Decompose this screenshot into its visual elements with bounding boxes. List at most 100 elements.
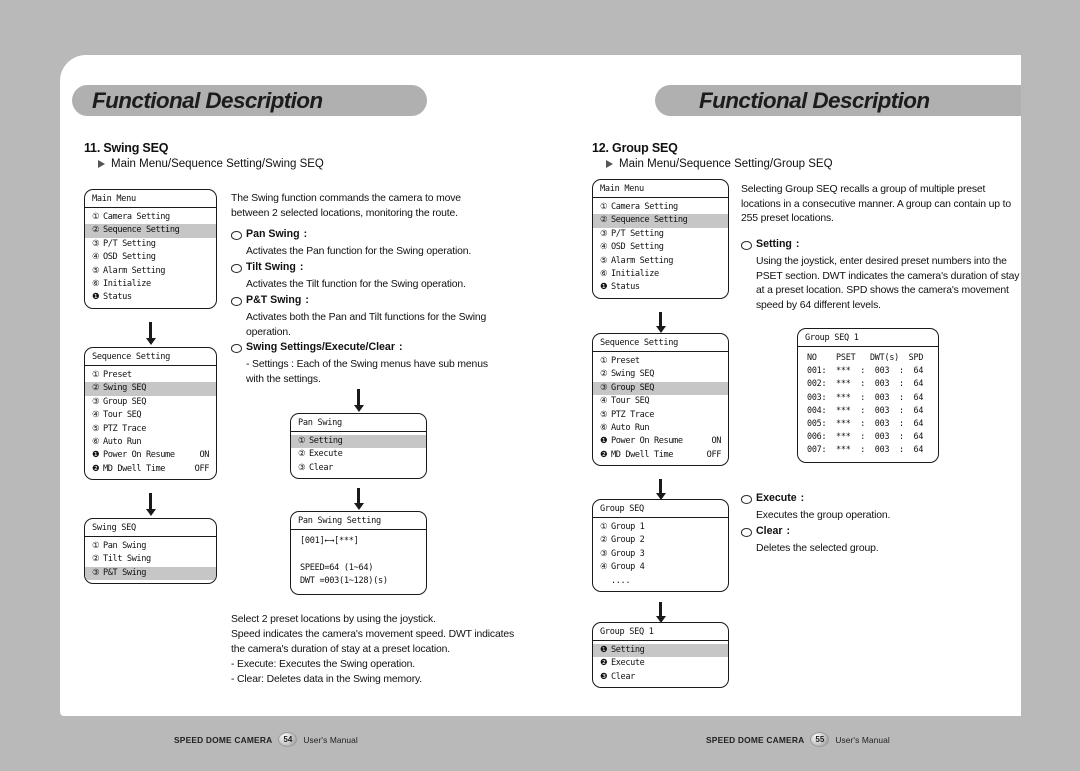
- left-section-title: 11. Swing SEQ: [84, 141, 169, 155]
- bullet-label: Execute: [756, 492, 797, 504]
- bullet-colon: :: [398, 341, 403, 353]
- lcd-sequence-setting-right[interactable]: Sequence Setting ① Preset ② Swing SEQ ③ Gro…: [592, 333, 729, 467]
- table-row[interactable]: 004: *** : 003 : 64: [798, 404, 938, 417]
- menu-row-sequence-setting[interactable]: ② Sequence Setting: [85, 224, 216, 238]
- table-row[interactable]: 007: *** : 003 : 64: [798, 443, 938, 456]
- menu-row-tilt-swing[interactable]: ② Tilt Swing: [85, 553, 216, 566]
- menu-row-md-dwell-time[interactable]: ❷ MD Dwell Time OFF: [593, 449, 728, 462]
- banner-right-title: Functional Description: [699, 87, 930, 113]
- menu-row-status[interactable]: ❶ Status: [593, 281, 728, 294]
- table-row[interactable]: 001: *** : 003 : 64: [798, 364, 938, 377]
- bullet-label: Setting: [756, 238, 792, 250]
- lcd-rows: ① Group 1 ② Group 2 ③ Group 3 ④ Group 4 ....: [593, 518, 728, 591]
- bullet-label: Tilt Swing: [246, 261, 296, 273]
- menu-row-initialize[interactable]: ⑥ Initialize: [593, 268, 728, 281]
- oval-bullet-icon: [741, 528, 752, 537]
- lcd-swing-seq[interactable]: Swing SEQ ① Pan Swing ② Tilt Swing ③ P&T Sw…: [84, 518, 217, 585]
- right-section-path: Main Menu/Sequence Setting/Group SEQ: [606, 158, 833, 170]
- triangle-bullet-icon: [606, 160, 613, 168]
- menu-row-initialize[interactable]: ⑥ Initialize: [85, 278, 216, 291]
- arrow-down-icon: [655, 312, 666, 333]
- menu-row-sequence-setting[interactable]: ② Sequence Setting: [593, 214, 728, 228]
- lcd-table-rows: NO PSET DWT(s) SPD 001: *** : 003 : 64 0…: [798, 347, 938, 462]
- menu-row-camera-setting[interactable]: ① Camera Setting: [85, 211, 216, 224]
- oval-bullet-icon: [741, 241, 752, 250]
- lcd-title: Main Menu: [593, 180, 728, 198]
- bullet-label: P&T Swing: [246, 294, 302, 306]
- footer-right: SPEED DOME CAMERA 55 User's Manual: [706, 732, 890, 747]
- bullet-label: Pan Swing: [246, 228, 300, 240]
- triangle-bullet-icon: [98, 160, 105, 168]
- menu-row-pt-setting[interactable]: ③ P/T Setting: [593, 228, 728, 241]
- menu-row-md-dwell-time[interactable]: ❷ MD Dwell Time OFF: [85, 463, 216, 476]
- arrow-down-icon: [353, 488, 364, 510]
- menu-row-auto-run[interactable]: ⑥ Auto Run: [593, 422, 728, 435]
- menu-row-clear[interactable]: ❸ Clear: [593, 671, 728, 684]
- lcd-main-menu-right[interactable]: Main Menu ① Camera Setting ② Sequence Sett…: [592, 179, 729, 299]
- table-row[interactable]: 003: *** : 003 : 64: [798, 391, 938, 404]
- menu-row-osd-setting[interactable]: ④ OSD Setting: [85, 251, 216, 264]
- menu-row-ptz-trace[interactable]: ⑤ PTZ Trace: [593, 409, 728, 422]
- lcd-title: Pan Swing Setting: [291, 512, 426, 530]
- menu-row-setting[interactable]: ① Setting: [291, 435, 426, 449]
- menu-row-pt-setting[interactable]: ③ P/T Setting: [85, 238, 216, 251]
- lcd-rows: ① Camera Setting ② Sequence Setting ③ P/T S…: [593, 198, 728, 298]
- lcd-pan-swing[interactable]: Pan Swing ① Setting ② Execute ③ Clear: [290, 413, 427, 480]
- left-closing-line-1: Select 2 preset locations by using the j…: [231, 614, 436, 625]
- menu-row-camera-setting[interactable]: ① Camera Setting: [593, 201, 728, 214]
- menu-row-group-seq[interactable]: ③ Group SEQ: [593, 381, 728, 396]
- bullet-clear-body: Deletes the selected group.: [756, 543, 879, 554]
- menu-row-swing-seq[interactable]: ② Swing SEQ: [593, 368, 728, 381]
- bullet-clear: Clear :: [741, 525, 790, 537]
- menu-row-alarm-setting[interactable]: ⑤ Alarm Setting: [85, 265, 216, 278]
- menu-row-preset[interactable]: ① Preset: [593, 355, 728, 368]
- lcd-group-seq-1-menu[interactable]: Group SEQ 1 ❶ Setting ❷ Execute ❸ Clear: [592, 622, 729, 689]
- table-row[interactable]: 002: *** : 003 : 64: [798, 377, 938, 390]
- bullet-swing-settings: Swing Settings/Execute/Clear :: [231, 341, 402, 353]
- footer-manual-label: User's Manual: [835, 734, 890, 745]
- menu-row-power-on-resume[interactable]: ❶ Power On Resume ON: [593, 435, 728, 448]
- menu-row-clear[interactable]: ③ Clear: [291, 462, 426, 475]
- lcd-sequence-setting-left[interactable]: Sequence Setting ① Preset ② Swing SEQ ③ Gro…: [84, 347, 217, 481]
- menu-row-ptz-trace[interactable]: ⑤ PTZ Trace: [85, 423, 216, 436]
- menu-row-execute[interactable]: ② Execute: [291, 448, 426, 461]
- menu-row-power-on-resume[interactable]: ❶ Power On Resume ON: [85, 449, 216, 462]
- menu-row-tour-seq[interactable]: ④ Tour SEQ: [85, 409, 216, 422]
- menu-row-alarm-setting[interactable]: ⑤ Alarm Setting: [593, 255, 728, 268]
- banner-right: Functional Description: [655, 85, 1021, 116]
- table-row[interactable]: 006: *** : 003 : 64: [798, 430, 938, 443]
- menu-row-execute[interactable]: ❷ Execute: [593, 657, 728, 670]
- menu-row-group-4[interactable]: ④ Group 4: [593, 561, 728, 574]
- footer-manual-label: User's Manual: [303, 734, 358, 745]
- menu-row-status[interactable]: ❶ Status: [85, 291, 216, 304]
- lcd-group-seq-1-table[interactable]: Group SEQ 1 NO PSET DWT(s) SPD 001: *** …: [797, 328, 939, 463]
- lcd-group-seq[interactable]: Group SEQ ① Group 1 ② Group 2 ③ Group 3 ④ Gr…: [592, 499, 729, 592]
- menu-row-setting[interactable]: ❶ Setting: [593, 644, 728, 658]
- menu-row-group-1[interactable]: ① Group 1: [593, 521, 728, 534]
- footer-left: SPEED DOME CAMERA 54 User's Manual: [174, 732, 358, 747]
- bullet-label: Swing Settings/Execute/Clear: [246, 341, 395, 353]
- left-section-path-text: Main Menu/Sequence Setting/Swing SEQ: [111, 158, 324, 170]
- menu-row-osd-setting[interactable]: ④ OSD Setting: [593, 241, 728, 254]
- menu-row-tour-seq[interactable]: ④ Tour SEQ: [593, 395, 728, 408]
- oval-bullet-icon: [741, 495, 752, 504]
- bullet-colon: :: [303, 228, 308, 240]
- menu-row-auto-run[interactable]: ⑥ Auto Run: [85, 436, 216, 449]
- menu-row-preset[interactable]: ① Preset: [85, 369, 216, 382]
- menu-row-group-seq[interactable]: ③ Group SEQ: [85, 396, 216, 409]
- lcd-line-preset-range: [001]←→[***]: [300, 536, 359, 546]
- bullet-label: Clear: [756, 525, 783, 537]
- lcd-line-speed: SPEED=64 (1~64): [300, 562, 374, 573]
- lcd-main-menu-left[interactable]: Main Menu ① Camera Setting ② Sequence Sett…: [84, 189, 217, 309]
- lcd-pan-swing-setting[interactable]: Pan Swing Setting [001]←→[***] SPEED=64 …: [290, 511, 427, 595]
- menu-row-group-3[interactable]: ③ Group 3: [593, 548, 728, 561]
- lcd-title: Pan Swing: [291, 414, 426, 432]
- menu-row-group-2[interactable]: ② Group 2: [593, 534, 728, 547]
- menu-row-pt-swing[interactable]: ③ P&T Swing: [85, 566, 216, 581]
- bullet-swing-settings-body: - Settings : Each of the Swing menus hav…: [246, 359, 488, 385]
- arrow-down-icon: [353, 389, 364, 412]
- table-row[interactable]: 005: *** : 003 : 64: [798, 417, 938, 430]
- left-closing-line-2: Speed indicates the camera's movement sp…: [231, 629, 515, 655]
- menu-row-swing-seq[interactable]: ② Swing SEQ: [85, 382, 216, 396]
- menu-row-pan-swing[interactable]: ① Pan Swing: [85, 540, 216, 553]
